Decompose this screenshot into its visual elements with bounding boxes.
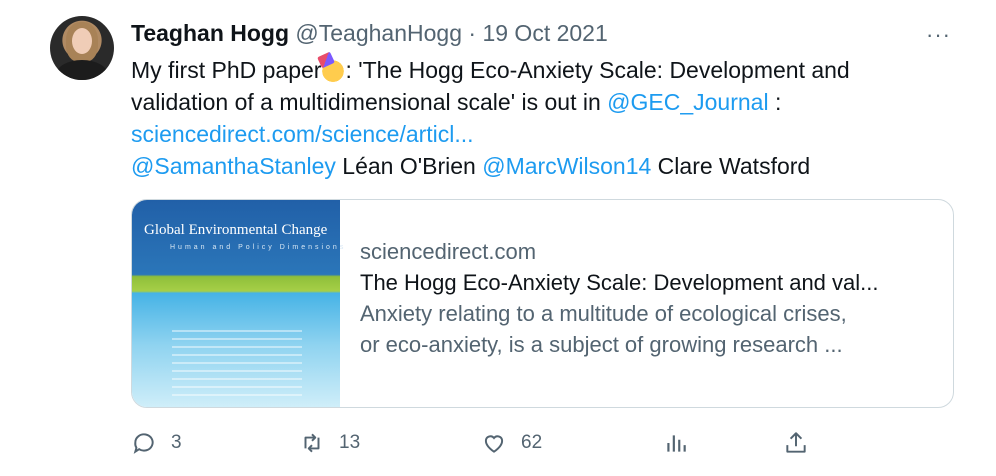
card-text: sciencedirect.com The Hogg Eco-Anxiety S… xyxy=(360,236,940,360)
cover-subtitle: Human and Policy Dimensions xyxy=(170,244,347,251)
retweet-icon xyxy=(304,433,320,453)
coauthor-clare-watsford: Clare Watsford xyxy=(651,153,811,179)
share-button[interactable] xyxy=(783,428,809,458)
views-button[interactable] xyxy=(663,428,689,458)
tweet-line-1: My first PhD paper : 'The Hogg Eco-Anxiet… xyxy=(131,54,931,86)
header-separator: · xyxy=(468,20,477,46)
cover-text-lines xyxy=(172,330,302,400)
retweet-button[interactable]: 13 xyxy=(299,428,360,458)
tweet-text-part2: : 'The Hogg Eco-Anxiety Scale: Developme… xyxy=(345,57,850,83)
card-description-line1: Anxiety relating to a multitude of ecolo… xyxy=(360,301,847,326)
more-options-icon[interactable]: ··· xyxy=(926,22,951,48)
mention-gec-journal[interactable]: @GEC_Journal xyxy=(607,89,768,115)
article-link[interactable]: sciencedirect.com/science/articl... xyxy=(131,121,474,147)
tweet-header: Teaghan Hogg @TeaghanHogg · 19 Oct 2021 xyxy=(131,20,608,46)
link-preview-card[interactable]: Global Environmental Change Human and Po… xyxy=(131,199,954,408)
tweet-text-line2-end: : xyxy=(768,89,782,115)
party-face-emoji-icon xyxy=(321,58,346,82)
mention-marc-wilson[interactable]: @MarcWilson14 xyxy=(482,153,651,179)
like-count: 62 xyxy=(521,432,543,453)
author-handle[interactable]: @TeaghanHogg xyxy=(295,20,462,46)
author-avatar[interactable] xyxy=(50,16,114,80)
analytics-icon xyxy=(667,435,686,452)
share-icon xyxy=(786,432,806,453)
reply-button[interactable]: 3 xyxy=(131,428,182,458)
reply-icon xyxy=(133,433,154,454)
retweet-count: 13 xyxy=(339,432,361,453)
tweet-text-part1: My first PhD paper xyxy=(131,57,322,83)
avatar-shirt xyxy=(56,60,108,80)
tweet-text: My first PhD paper : 'The Hogg Eco-Anxiet… xyxy=(131,54,931,182)
coauthor-lean-obrien: Léan O'Brien xyxy=(335,153,483,179)
tweet-line-3: sciencedirect.com/science/articl... xyxy=(131,118,931,150)
tweet-line-2: validation of a multidimensional scale' … xyxy=(131,86,931,118)
tweet-date[interactable]: 19 Oct 2021 xyxy=(482,20,607,46)
cover-title: Global Environmental Change xyxy=(144,222,328,238)
heart-icon xyxy=(484,435,504,453)
author-name[interactable]: Teaghan Hogg xyxy=(131,20,289,46)
tweet-line-4: @SamanthaStanley Léan O'Brien @MarcWilso… xyxy=(131,150,931,182)
like-button[interactable]: 62 xyxy=(481,428,542,458)
avatar-face xyxy=(72,28,92,54)
tweet-actions: 3 13 62 xyxy=(131,428,831,458)
card-domain: sciencedirect.com xyxy=(360,239,537,264)
tweet-text-line2: validation of a multidimensional scale' … xyxy=(131,89,608,115)
reply-count: 3 xyxy=(171,432,182,453)
card-title: The Hogg Eco-Anxiety Scale: Development … xyxy=(360,270,879,295)
mention-samantha-stanley[interactable]: @SamanthaStanley xyxy=(131,153,336,179)
card-description-line2: or eco-anxiety, is a subject of growing … xyxy=(360,332,843,357)
journal-cover-image: Global Environmental Change Human and Po… xyxy=(132,200,343,407)
